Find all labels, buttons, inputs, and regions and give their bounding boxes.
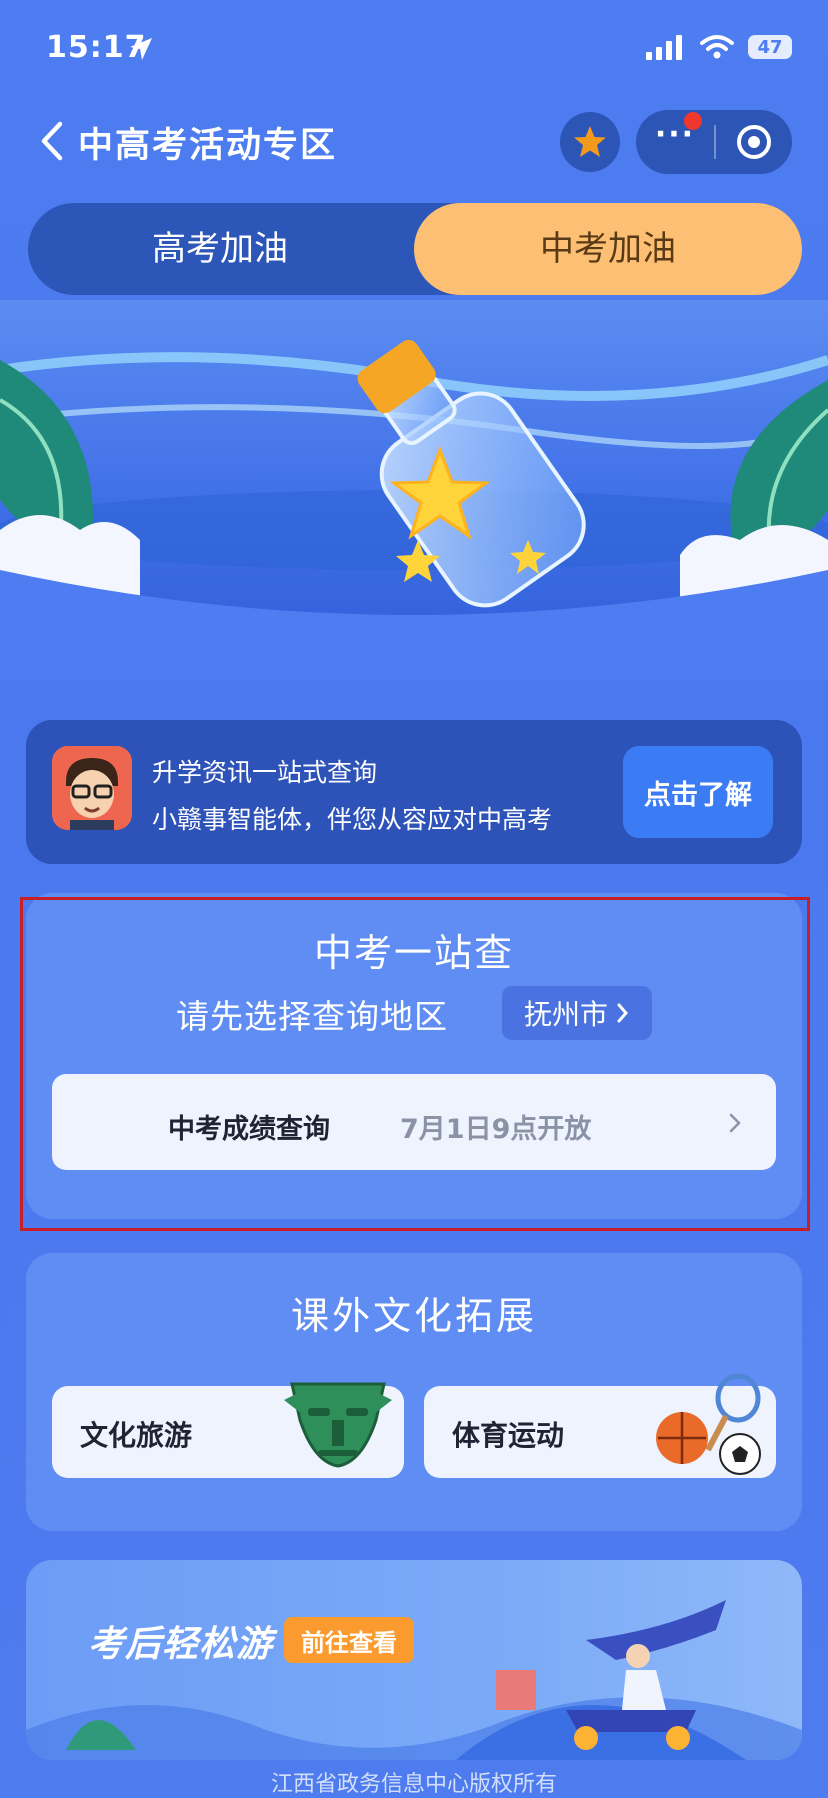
target-icon: [737, 125, 771, 159]
promo-subtitle: 小赣事智能体，伴您从容应对中高考: [152, 805, 553, 834]
promo-title: 升学资讯一站式查询: [152, 758, 378, 787]
sports-balls-icon: [656, 1373, 761, 1475]
culture-title: 课外文化拓展: [290, 1294, 537, 1338]
battery-indicator: 47: [748, 35, 792, 59]
tab-zhongkao[interactable]: 中考加油: [414, 203, 802, 295]
star-icon: [574, 126, 606, 157]
tile-culture-tourism-label: 文化旅游: [80, 1419, 193, 1452]
learn-more-button[interactable]: 点击了解: [623, 746, 773, 838]
close-program-button[interactable]: [716, 123, 792, 161]
highlight-box: [20, 897, 810, 1231]
hero-bottle-illustration: [0, 300, 828, 680]
page-title: 中高考活动专区: [78, 126, 338, 166]
signal-icon: [646, 35, 682, 60]
more-menu-icon[interactable]: ···: [636, 120, 714, 150]
wifi-icon: [700, 35, 734, 59]
notification-dot: [684, 112, 702, 130]
mini-program-capsule: ···: [636, 110, 792, 174]
location-arrow-icon: [130, 38, 152, 60]
copyright-footer: 江西省政务信息中心版权所有: [270, 1772, 557, 1797]
bronze-mask-icon: [284, 1382, 392, 1468]
tab-gaokao[interactable]: 高考加油: [28, 203, 412, 295]
status-indicators: 47: [646, 34, 792, 60]
assistant-avatar: [52, 746, 132, 830]
back-arrow-icon[interactable]: [36, 118, 70, 164]
favorite-button[interactable]: [560, 112, 620, 172]
banner-title: 考后轻松游: [88, 1624, 274, 1665]
tile-sports-label: 体育运动: [452, 1419, 565, 1452]
avatar-face-icon: [52, 746, 132, 830]
banner-view-button[interactable]: 前往查看: [284, 1617, 414, 1663]
